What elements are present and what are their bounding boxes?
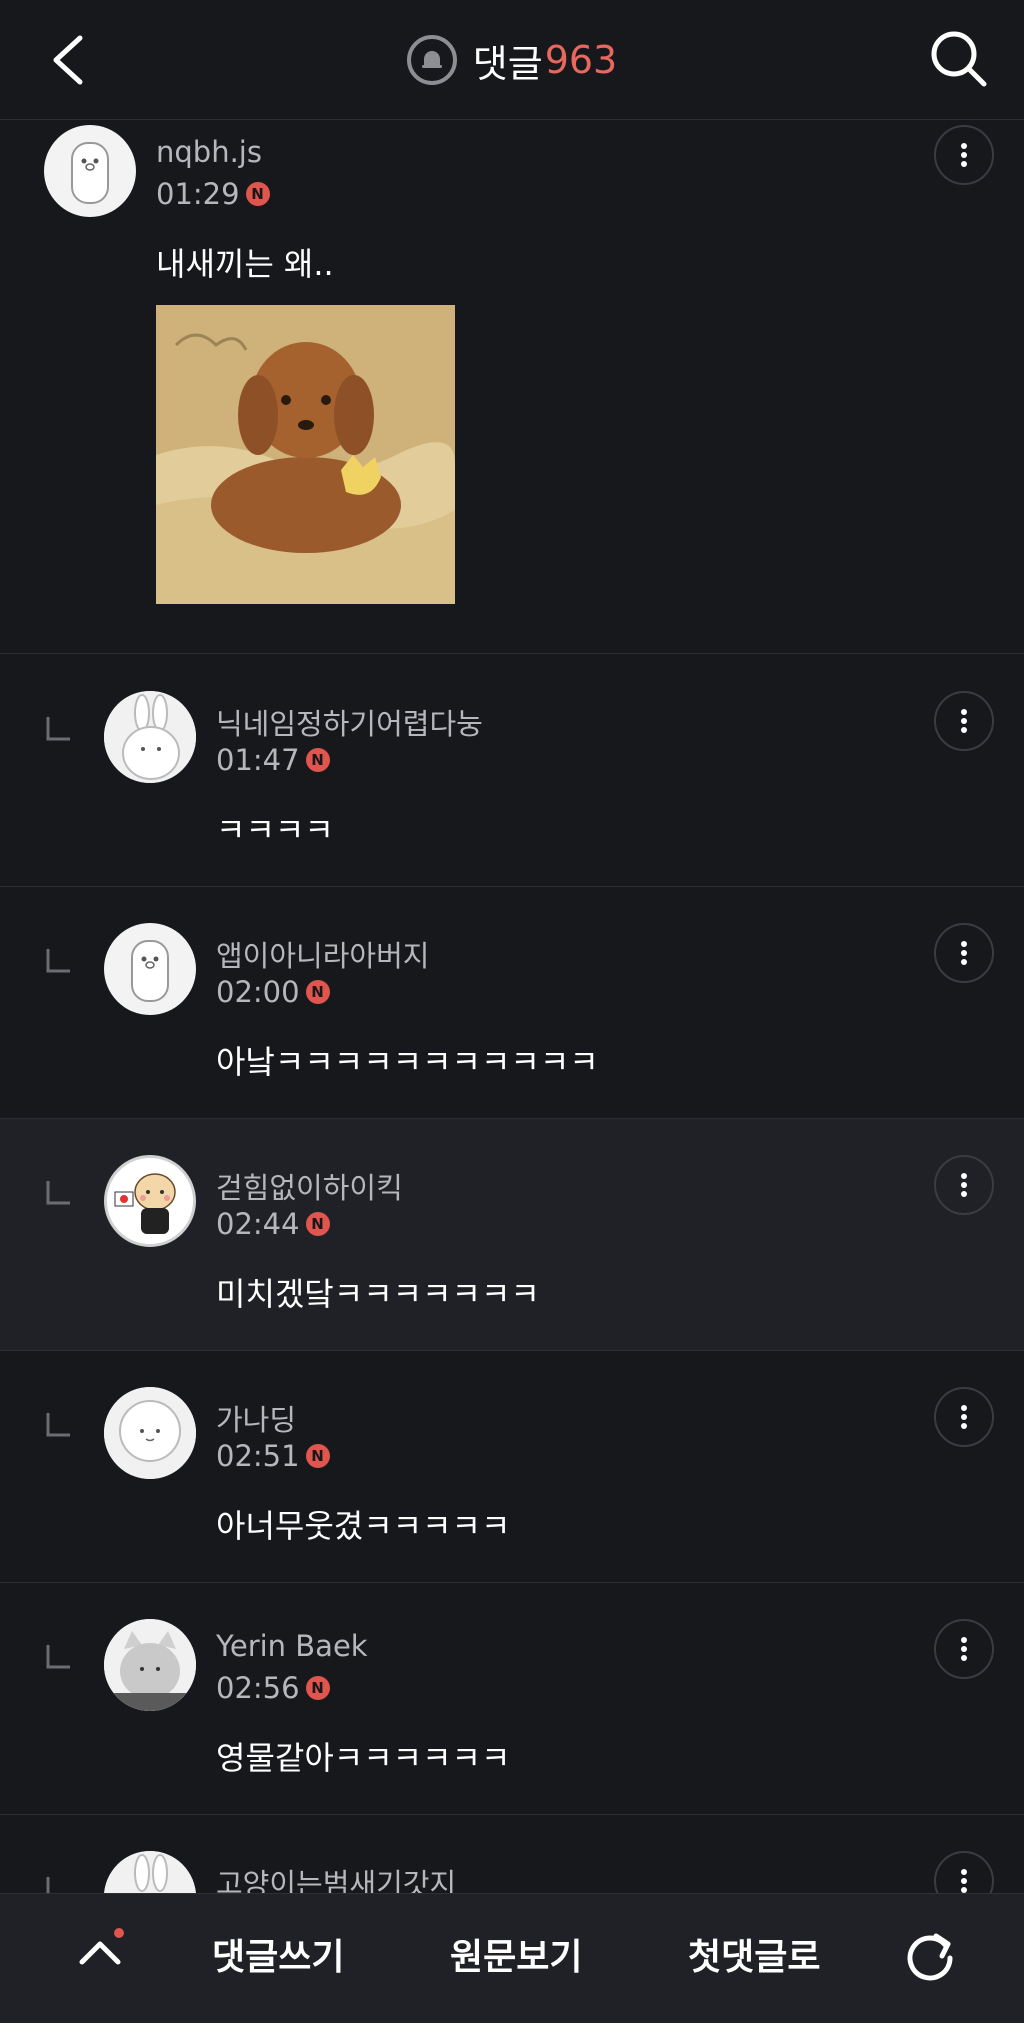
search-button[interactable] xyxy=(926,26,992,92)
avatar[interactable] xyxy=(104,923,196,1015)
new-badge: N xyxy=(305,1212,330,1236)
comment-time: 02:51 xyxy=(216,1439,300,1473)
reply-indent-icon xyxy=(46,1181,70,1205)
comment-username[interactable]: 닉네임정하기어렵다눙 xyxy=(216,701,483,743)
more-vertical-icon xyxy=(961,1173,967,1197)
comment-username[interactable]: 고양이는범새기갓지 xyxy=(216,1861,456,1893)
comment-username[interactable]: Yerin Baek xyxy=(216,1629,368,1663)
bell-icon xyxy=(406,35,457,85)
refresh-button[interactable] xyxy=(900,1924,960,1984)
reply-item: Yerin Baek 02:56 N 영물같아ㅋㅋㅋㅋㅋㅋ xyxy=(0,1583,1024,1815)
comment-time: 02:44 xyxy=(216,1207,300,1241)
reply-indent-icon xyxy=(46,1413,70,1437)
more-options-button[interactable] xyxy=(934,923,994,983)
more-vertical-icon xyxy=(961,1405,967,1429)
comment-time: 01:29 xyxy=(156,177,240,211)
comment-count: 963 xyxy=(544,38,618,82)
more-options-button[interactable] xyxy=(934,1851,994,1893)
bottom-action-bar: 댓글쓰기 원문보기 첫댓글로 xyxy=(0,1893,1024,2023)
more-options-button[interactable] xyxy=(934,1155,994,1215)
page-title: 댓글 xyxy=(472,41,543,86)
comment-time: 02:56 xyxy=(216,1671,300,1705)
comment-image[interactable] xyxy=(156,305,455,604)
write-comment-button[interactable]: 댓글쓰기 xyxy=(212,1928,344,1980)
comment-text: 아낰ㅋㅋㅋㅋㅋㅋㅋㅋㅋㅋㅋ xyxy=(216,1043,599,1081)
avatar[interactable] xyxy=(104,1387,196,1479)
new-badge: N xyxy=(305,748,330,772)
reply-indent-icon xyxy=(46,717,70,741)
avatar[interactable] xyxy=(104,1155,196,1247)
comment-text: 미치겠닼ㅋㅋㅋㅋㅋㅋㅋ xyxy=(216,1275,540,1313)
header-title-group: 댓글 963 xyxy=(0,0,1024,120)
search-icon xyxy=(931,31,987,87)
comment-username[interactable]: 가나딩 xyxy=(216,1397,296,1439)
comment-meta: 02:44 N xyxy=(216,1207,330,1241)
comment-username[interactable]: 걷힘없이하이킥 xyxy=(216,1165,403,1207)
comment-meta: 02:00 N xyxy=(216,975,330,1009)
comment-meta: 01:29 N xyxy=(156,177,270,211)
more-options-button[interactable] xyxy=(934,691,994,751)
more-options-button[interactable] xyxy=(934,125,994,185)
puppy-illustration xyxy=(156,305,455,604)
new-badge: N xyxy=(305,1444,330,1468)
reply-indent-icon xyxy=(46,1877,50,1893)
reply-item: 가나딩 02:51 N 아너무웃겼ㅋㅋㅋㅋㅋ xyxy=(0,1351,1024,1583)
reply-item: 앱이아니라아버지 02:00 N 아낰ㅋㅋㅋㅋㅋㅋㅋㅋㅋㅋㅋ xyxy=(0,887,1024,1119)
comment-time: 02:00 xyxy=(216,975,300,1009)
comment-text: 영물같아ㅋㅋㅋㅋㅋㅋ xyxy=(216,1739,511,1777)
avatar[interactable] xyxy=(104,1851,196,1893)
more-vertical-icon xyxy=(961,941,967,965)
more-options-button[interactable] xyxy=(934,1387,994,1447)
comment-username[interactable]: 앱이아니라아버지 xyxy=(216,933,429,975)
view-original-button[interactable]: 원문보기 xyxy=(450,1928,582,1980)
top-header: 댓글 963 xyxy=(0,0,1024,120)
more-vertical-icon xyxy=(961,709,967,733)
avatar[interactable] xyxy=(104,691,196,783)
avatar[interactable] xyxy=(104,1619,196,1711)
new-badge: N xyxy=(245,182,270,206)
reply-item: 걷힘없이하이킥 02:44 N 미치겠닼ㅋㅋㅋㅋㅋㅋㅋ xyxy=(0,1119,1024,1351)
reply-indent-icon xyxy=(46,949,70,973)
more-vertical-icon xyxy=(961,143,967,167)
comment-time: 01:47 xyxy=(216,743,300,777)
more-vertical-icon xyxy=(961,1869,967,1893)
more-options-button[interactable] xyxy=(934,1619,994,1679)
comment-meta: 02:51 N xyxy=(216,1439,330,1473)
comment-text: ㅋㅋㅋㅋ xyxy=(216,811,334,849)
first-comment-button[interactable]: 첫댓글로 xyxy=(688,1928,820,1980)
comment-text: 아너무웃겼ㅋㅋㅋㅋㅋ xyxy=(216,1507,511,1545)
reply-indent-icon xyxy=(46,1645,70,1669)
avatar[interactable] xyxy=(44,125,136,217)
new-badge: N xyxy=(305,980,330,1004)
new-badge: N xyxy=(305,1676,330,1700)
comment-text: 내새끼는 왜.. xyxy=(156,245,334,283)
comment-meta: 02:56 N xyxy=(216,1671,330,1705)
notification-dot xyxy=(114,1928,124,1938)
main-comment: nqbh.js 01:29 N 내새끼는 왜.. xyxy=(0,121,1024,654)
reply-item: 고양이는범새기갓지 xyxy=(0,1815,1024,1893)
refresh-icon xyxy=(907,1933,953,1981)
more-vertical-icon xyxy=(961,1637,967,1661)
comment-meta: 01:47 N xyxy=(216,743,330,777)
reply-item: 닉네임정하기어렵다눙 01:47 N ㅋㅋㅋㅋ xyxy=(0,655,1024,887)
comment-username[interactable]: nqbh.js xyxy=(156,135,262,169)
